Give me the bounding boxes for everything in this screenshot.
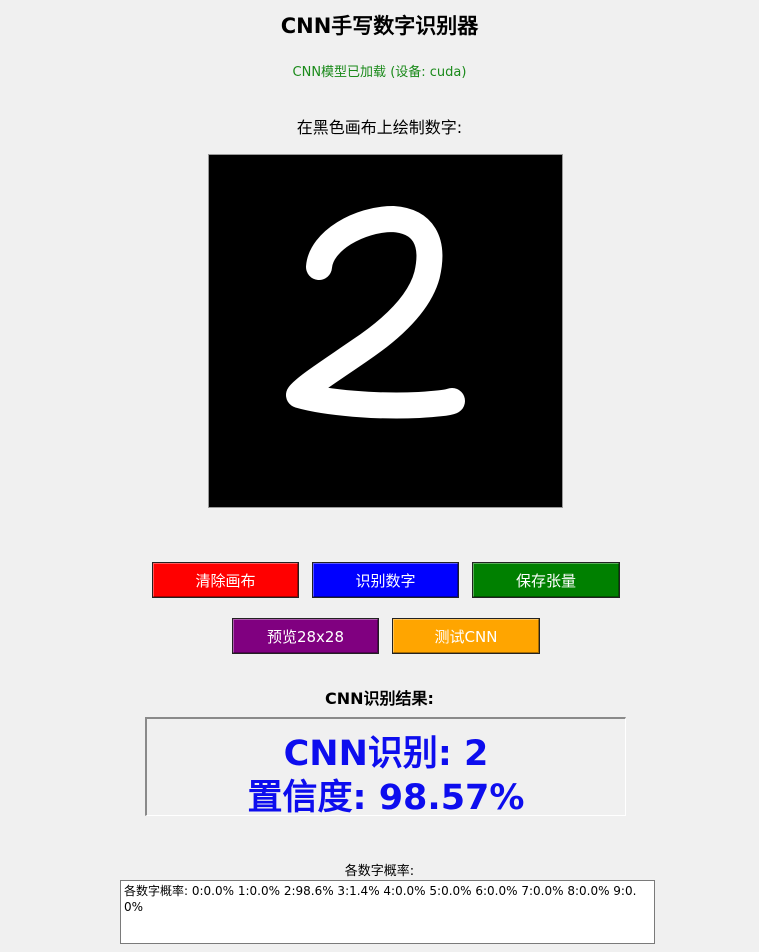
probabilities-textbox[interactable]: 各数字概率: 0:0.0% 1:0.0% 2:98.6% 3:1.4% 4:0.… xyxy=(120,880,655,944)
test-cnn-button[interactable]: 测试CNN xyxy=(392,618,540,654)
handwritten-digit-stroke xyxy=(286,206,465,419)
result-title: CNN识别结果: xyxy=(325,689,434,708)
recognize-digit-button[interactable]: 识别数字 xyxy=(312,562,459,598)
confidence-text: 置信度: 98.57% xyxy=(247,778,525,818)
preview-28x28-button[interactable]: 预览28x28 xyxy=(232,618,379,654)
probabilities-label: 各数字概率: xyxy=(344,864,415,879)
app-title: CNN手写数字识别器 xyxy=(280,14,479,38)
save-tensor-button[interactable]: 保存张量 xyxy=(472,562,620,598)
app-window: CNN手写数字识别器 CNN模型已加载 (设备: cuda) 在黑色画布上绘制数… xyxy=(0,0,759,952)
model-status: CNN模型已加载 (设备: cuda) xyxy=(292,65,467,80)
clear-canvas-button[interactable]: 清除画布 xyxy=(152,562,299,598)
canvas-instruction: 在黑色画布上绘制数字: xyxy=(296,118,463,137)
result-panel: CNN识别: 2 置信度: 98.57% xyxy=(145,717,626,818)
drawing-canvas[interactable] xyxy=(208,154,563,508)
